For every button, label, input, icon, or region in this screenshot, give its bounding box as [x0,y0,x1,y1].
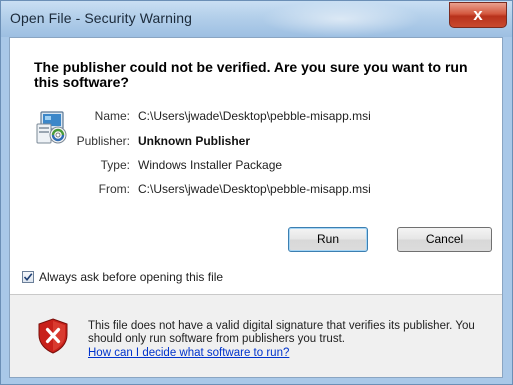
publisher-label: Publisher: [76,134,130,148]
file-source-label: From: [98,182,130,196]
close-button[interactable]: x [449,2,507,28]
file-name-label: Name: [94,109,130,123]
close-icon: x [473,5,483,24]
window-title: Open File - Security Warning [10,10,193,26]
windows-installer-icon [34,110,70,146]
warning-footer: This file does not have a valid digital … [10,295,502,377]
dialog-content: The publisher could not be verified. Are… [9,37,503,378]
warning-headline: The publisher could not be verified. Are… [34,59,468,90]
title-bar-glass [261,1,421,37]
file-source-value: C:\Users\jwade\Desktop\pebble-misapp.msi [138,182,371,196]
publisher-value: Unknown Publisher [138,134,251,148]
run-button[interactable]: Run [288,227,368,252]
title-bar[interactable]: Open File - Security Warning x [1,1,512,37]
signature-warning-text: This file does not have a valid digital … [88,320,475,345]
help-link[interactable]: How can I decide what software to run? [88,347,289,359]
security-shield-icon [37,318,69,354]
always-ask-label[interactable]: Always ask before opening this file [39,270,223,285]
always-ask-checkbox[interactable] [22,271,34,283]
file-type-label: Type: [100,158,130,172]
file-type-value: Windows Installer Package [138,158,283,172]
security-warning-dialog: Open File - Security Warning x The publi… [0,0,513,385]
file-name-value: C:\Users\jwade\Desktop\pebble-misapp.msi [138,109,371,123]
checkmark-icon [23,273,33,282]
cancel-button[interactable]: Cancel [397,227,492,252]
